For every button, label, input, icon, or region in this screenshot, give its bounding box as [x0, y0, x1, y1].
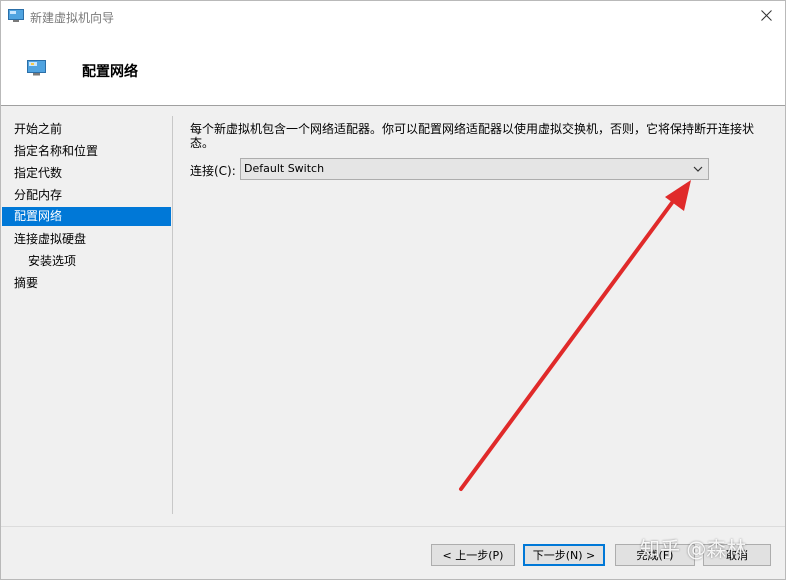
- sidebar-item-name-location[interactable]: 指定名称和位置: [2, 142, 171, 161]
- sidebar-item-memory[interactable]: 分配内存: [2, 186, 171, 205]
- close-button[interactable]: [747, 1, 785, 32]
- cancel-button[interactable]: 取消: [703, 544, 771, 566]
- sidebar-item-install-options[interactable]: 安装选项: [2, 252, 171, 271]
- connection-dropdown[interactable]: Default Switch: [240, 158, 709, 180]
- finish-button[interactable]: 完成(F): [615, 544, 695, 566]
- button-bar: < 上一步(P) 下一步(N) > 完成(F) 取消: [1, 527, 785, 579]
- sidebar-item-networking[interactable]: 配置网络: [2, 207, 171, 226]
- sidebar-item-generation[interactable]: 指定代数: [2, 164, 171, 183]
- sidebar-item-virtual-disk[interactable]: 连接虚拟硬盘: [2, 230, 171, 249]
- page-title: 配置网络: [82, 64, 138, 80]
- previous-button[interactable]: < 上一步(P): [431, 544, 515, 566]
- page-header: 配置网络: [1, 32, 785, 105]
- title-bar: 新建虚拟机向导: [1, 1, 785, 32]
- vm-monitor-icon: [27, 60, 47, 76]
- chevron-down-icon: [691, 162, 705, 176]
- connection-value: Default Switch: [244, 162, 325, 175]
- step-sidebar: 开始之前 指定名称和位置 指定代数 分配内存 配置网络 连接虚拟硬盘 安装选项 …: [1, 106, 172, 514]
- sidebar-divider: [172, 116, 173, 514]
- wizard-window: 新建虚拟机向导 配置网络 开始之前 指定名称和位置 指定代数 分配内存 配置网络…: [0, 0, 786, 580]
- sidebar-item-before-you-begin[interactable]: 开始之前: [2, 120, 171, 139]
- network-description: 每个新虚拟机包含一个网络适配器。你可以配置网络适配器以使用虚拟交换机，否则，它将…: [190, 122, 755, 150]
- wizard-body: 开始之前 指定名称和位置 指定代数 分配内存 配置网络 连接虚拟硬盘 安装选项 …: [1, 106, 785, 526]
- window-title: 新建虚拟机向导: [30, 11, 115, 25]
- connection-label: 连接(C):: [190, 164, 236, 178]
- sidebar-item-summary[interactable]: 摘要: [2, 274, 171, 293]
- next-button[interactable]: 下一步(N) >: [523, 544, 605, 566]
- close-icon: [760, 9, 772, 24]
- vm-monitor-icon: [8, 9, 24, 22]
